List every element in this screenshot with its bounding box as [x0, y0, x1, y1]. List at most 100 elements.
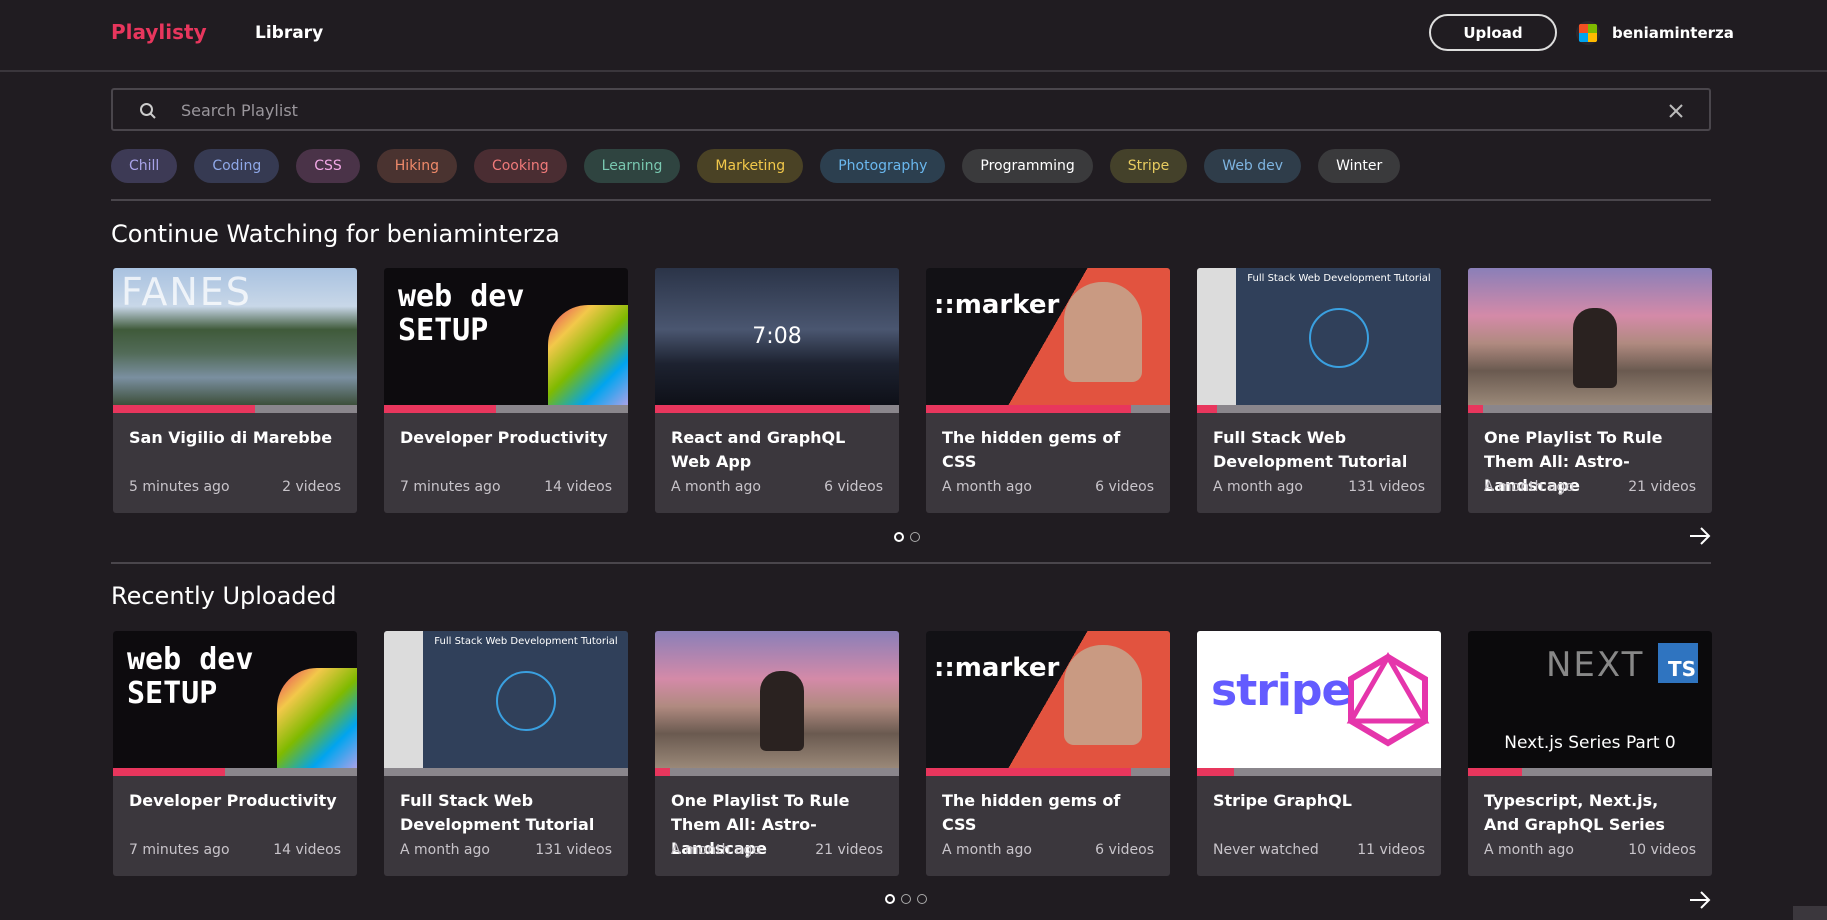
- graphql-logo: [1346, 652, 1430, 747]
- playlist-thumbnail[interactable]: ::marker: [926, 631, 1170, 768]
- watch-progress-fill: [113, 768, 226, 776]
- arrow-right-icon[interactable]: [1688, 888, 1712, 918]
- playlist-card[interactable]: Full Stack Web Development Tutorial Full …: [1197, 268, 1441, 513]
- tag-css[interactable]: CSS: [296, 149, 360, 183]
- thumbnail-text: 7:08: [752, 324, 802, 349]
- search-bar[interactable]: Search Playlist: [111, 88, 1711, 131]
- last-watched-time: 7 minutes ago: [400, 479, 501, 495]
- scroll-corner: [1793, 906, 1827, 920]
- video-count: 14 videos: [273, 842, 341, 858]
- playlist-title: San Vigilio di Marebbe: [129, 428, 333, 447]
- playlist-thumbnail[interactable]: ::marker: [926, 268, 1170, 405]
- rainbow-decoration: [277, 668, 357, 768]
- playlist-thumbnail[interactable]: [1468, 268, 1712, 405]
- last-watched-time: 5 minutes ago: [129, 479, 230, 495]
- playlist-card[interactable]: 7:08 React and GraphQL Web App A month ago…: [655, 268, 899, 513]
- pagination-dot[interactable]: [885, 894, 895, 904]
- watch-progress-bar: [1468, 768, 1712, 776]
- tag-coding[interactable]: Coding: [194, 149, 280, 183]
- thumbnail-text: Full Stack Web Development Tutorial: [434, 636, 618, 647]
- video-count: 6 videos: [1095, 842, 1154, 858]
- playlist-thumbnail[interactable]: TS NEXT Next.js Series Part 0: [1468, 631, 1712, 768]
- tag-winter[interactable]: Winter: [1318, 149, 1401, 183]
- thumbnail-text: Next.js Series Part 0: [1504, 733, 1676, 753]
- search-input[interactable]: Search Playlist: [181, 101, 298, 120]
- nav-library-link[interactable]: Library: [255, 23, 323, 43]
- close-icon[interactable]: [1669, 100, 1683, 123]
- tag-web-dev[interactable]: Web dev: [1204, 149, 1302, 183]
- watch-progress-fill: [1197, 405, 1217, 413]
- playlist-thumbnail[interactable]: 7:08: [655, 268, 899, 405]
- thumbnail-text: ::marker: [934, 290, 1060, 320]
- thumbnail-text: stripe: [1211, 665, 1351, 716]
- watch-progress-fill: [113, 405, 255, 413]
- playlist-title: Developer Productivity: [129, 791, 337, 810]
- playlist-card[interactable]: FANES San Vigilio di Marebbe 5 minutes ago…: [113, 268, 357, 513]
- upload-button[interactable]: Upload: [1429, 14, 1557, 51]
- last-watched-time: A month ago: [671, 479, 761, 495]
- playlist-title: React and GraphQL Web App: [671, 428, 846, 471]
- tag-stripe[interactable]: Stripe: [1109, 149, 1188, 183]
- playlist-card[interactable]: ::marker The hidden gems of CSS A month ag…: [926, 631, 1170, 876]
- last-watched-time: A month ago: [942, 479, 1032, 495]
- watch-progress-bar: [655, 768, 899, 776]
- tag-marketing[interactable]: Marketing: [697, 149, 804, 183]
- pagination-dot[interactable]: [901, 894, 911, 904]
- tag-learning[interactable]: Learning: [583, 149, 681, 183]
- playlist-thumbnail[interactable]: stripe: [1197, 631, 1441, 768]
- rainbow-decoration: [548, 305, 628, 405]
- playlist-card[interactable]: stripe Stripe GraphQL Never watched 11 vide…: [1197, 631, 1441, 876]
- pagination-dot[interactable]: [894, 532, 904, 542]
- typescript-logo: TS: [1658, 643, 1698, 683]
- brand-logo[interactable]: Playlisty: [111, 20, 207, 44]
- playlist-title: Full Stack Web Development Tutorial: [1213, 428, 1408, 471]
- tag-photography[interactable]: Photography: [820, 149, 946, 183]
- playlist-thumbnail[interactable]: Full Stack Web Development Tutorial: [1197, 268, 1441, 405]
- user-menu[interactable]: beniaminterza: [1576, 21, 1734, 45]
- playlist-card[interactable]: One Playlist To Rule Them All: Astro-Lan…: [655, 631, 899, 876]
- arrow-right-icon[interactable]: [1688, 524, 1712, 554]
- last-watched-time: A month ago: [671, 842, 761, 858]
- video-count: 6 videos: [1095, 479, 1154, 495]
- watch-progress-bar: [926, 405, 1170, 413]
- tag-cooking[interactable]: Cooking: [473, 149, 567, 183]
- playlist-thumbnail[interactable]: [655, 631, 899, 768]
- watch-progress-bar: [926, 768, 1170, 776]
- watch-progress-fill: [926, 768, 1131, 776]
- nextjs-logo: NEXT: [1546, 645, 1645, 685]
- pagination-dot[interactable]: [917, 894, 927, 904]
- recently-uploaded-carousel: web dev SETUP Developer Productivity 7 min…: [113, 631, 1712, 876]
- divider: [111, 199, 1711, 201]
- watch-progress-bar: [113, 768, 357, 776]
- last-watched-time: Never watched: [1213, 842, 1319, 858]
- watch-progress-bar: [384, 405, 628, 413]
- playlist-card[interactable]: web dev SETUP Developer Productivity 7 min…: [384, 268, 628, 513]
- playlist-thumbnail[interactable]: web dev SETUP: [113, 631, 357, 768]
- playlist-card[interactable]: web dev SETUP Developer Productivity 7 min…: [113, 631, 357, 876]
- playlist-card[interactable]: One Playlist To Rule Them All: Astro-Lan…: [1468, 268, 1712, 513]
- tag-hiking[interactable]: Hiking: [376, 149, 457, 183]
- carousel-pagination: [894, 532, 920, 542]
- watch-progress-bar: [1468, 405, 1712, 413]
- playlist-thumbnail[interactable]: Full Stack Web Development Tutorial: [384, 631, 628, 768]
- video-count: 10 videos: [1628, 842, 1696, 858]
- thumbnail-text: FANES: [121, 270, 252, 314]
- presenter-image: [1064, 645, 1142, 745]
- playlist-card[interactable]: ::marker The hidden gems of CSS A month ag…: [926, 268, 1170, 513]
- top-navbar: Playlisty Library Upload beniaminterza: [0, 0, 1827, 72]
- pagination-dot[interactable]: [910, 532, 920, 542]
- video-count: 6 videos: [824, 479, 883, 495]
- thumbnail-text: web dev SETUP: [127, 642, 254, 711]
- watch-progress-bar: [384, 768, 628, 776]
- tag-chill[interactable]: Chill: [111, 149, 178, 183]
- tag-programming[interactable]: Programming: [962, 149, 1093, 183]
- last-watched-time: A month ago: [400, 842, 490, 858]
- playlist-card[interactable]: Full Stack Web Development Tutorial Full …: [384, 631, 628, 876]
- video-count: 11 videos: [1357, 842, 1425, 858]
- playlist-thumbnail[interactable]: FANES: [113, 268, 357, 405]
- watch-progress-bar: [1197, 405, 1441, 413]
- last-watched-time: A month ago: [1213, 479, 1303, 495]
- playlist-thumbnail[interactable]: web dev SETUP: [384, 268, 628, 405]
- playlist-card[interactable]: TS NEXT Next.js Series Part 0 Typescript, N…: [1468, 631, 1712, 876]
- video-count: 131 videos: [535, 842, 612, 858]
